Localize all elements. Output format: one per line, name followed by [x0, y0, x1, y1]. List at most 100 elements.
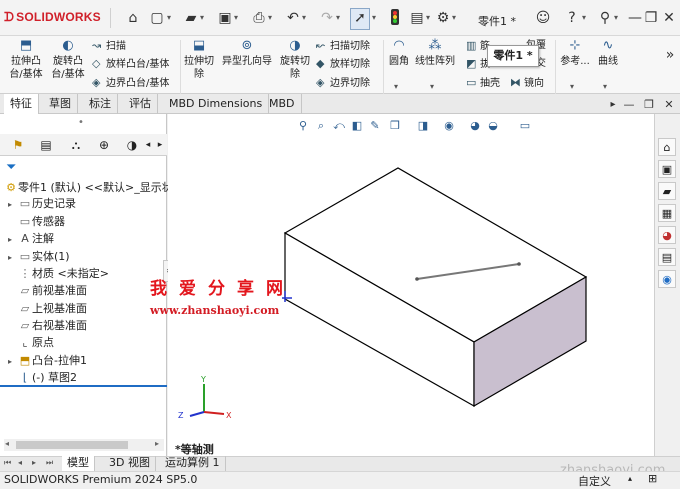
search-dropdown-icon[interactable]: ▾ — [614, 13, 618, 22]
curves-button[interactable]: ∿ 曲线 — [594, 38, 622, 68]
scrollbar-thumb[interactable] — [16, 441, 128, 449]
tree-item[interactable]: ▸ ▭ 历史记录 — [8, 196, 76, 213]
tree-item[interactable]: ▱ 右视基准面 — [8, 318, 87, 334]
new-file-icon[interactable]: ▢ — [148, 9, 166, 27]
solidworks-forum-icon[interactable]: ◉ — [658, 270, 676, 288]
redo-dropdown-icon[interactable]: ▾ — [336, 13, 340, 22]
expand-icon[interactable]: ▸ — [8, 197, 18, 213]
print-icon[interactable]: ⎙ — [250, 9, 268, 27]
tree-item[interactable]: ⌊ (-) 草图2 — [8, 370, 77, 386]
pattern-dropdown-icon[interactable]: ▾ — [430, 82, 434, 91]
tab-model[interactable]: 模型 — [62, 456, 95, 471]
tree-item[interactable]: ▸ A 注解 — [8, 231, 54, 248]
options-dropdown-icon[interactable]: ▾ — [452, 13, 456, 22]
tree-item[interactable]: ⌞ 原点 — [8, 335, 54, 351]
tree-item[interactable]: ▱ 前视基准面 — [8, 283, 87, 299]
boundary-cut-button[interactable]: ◈ 边界切除 — [316, 76, 370, 90]
tab-first-icon[interactable]: ⏮ — [4, 458, 11, 468]
scroll-right-icon[interactable]: ▸ — [155, 439, 159, 448]
loft-boss-button[interactable]: ◇ 放样凸台/基体 — [92, 57, 169, 71]
tree-item[interactable]: ▸ ▭ 实体(1) — [8, 249, 70, 266]
custom-properties-icon[interactable]: ▤ — [658, 248, 676, 266]
tab-scroll-right-icon[interactable]: ▸ — [150, 136, 170, 154]
tab-last-icon[interactable]: ⏭ — [46, 458, 53, 468]
revolve-cut-button[interactable]: ◑ 旋转切除 — [278, 38, 312, 81]
zoom-to-fit-icon[interactable]: ⚲ — [296, 118, 310, 134]
properties-dropdown-icon[interactable]: ▾ — [426, 13, 430, 22]
hole-wizard-button[interactable]: ⊚ 异型孔向导 — [220, 38, 274, 68]
save-icon[interactable]: ▣ — [216, 9, 234, 27]
view-orientation-icon[interactable]: ❒ — [388, 118, 402, 134]
mirror-button[interactable]: ⧓ 镜向 — [510, 76, 544, 90]
tab-3d-views[interactable]: 3D 视图 — [104, 456, 156, 471]
section-view-icon[interactable]: ◧ — [350, 118, 364, 134]
units-dropdown-icon[interactable]: ▴ — [628, 474, 632, 483]
property-manager-tab-icon[interactable]: ▤ — [36, 136, 56, 154]
solidworks-resources-icon[interactable]: ⌂ — [658, 138, 676, 156]
dynamic-annotation-icon[interactable]: ✎ — [368, 118, 382, 134]
tab-mbd-dimensions[interactable]: MBD Dimensions — [163, 94, 270, 114]
scroll-left-icon[interactable]: ◂ — [5, 439, 9, 448]
pane-grip-icon[interactable]: • — [78, 117, 84, 128]
help-dropdown-icon[interactable]: ▾ — [582, 13, 586, 22]
tab-prev-icon[interactable]: ◂ — [18, 458, 22, 467]
redo-icon[interactable]: ↷ — [318, 9, 336, 27]
shell-button[interactable]: ▭ 抽壳 — [466, 76, 500, 90]
fillet-dropdown-icon[interactable]: ▾ — [394, 82, 398, 91]
sweep-button[interactable]: ↝ 扫描 — [92, 39, 126, 53]
fillet-button[interactable]: ◠ 圆角 — [386, 38, 412, 68]
solidworks-logo[interactable]: ᗪ SOLIDWORKS — [4, 10, 101, 25]
open-file-icon[interactable]: ▰ — [182, 9, 200, 27]
new-file-dropdown-icon[interactable]: ▾ — [167, 13, 171, 22]
filter-icon[interactable]: ⏷ — [6, 160, 16, 175]
search-icon[interactable]: ⚲ — [596, 9, 614, 27]
save-dropdown-icon[interactable]: ▾ — [234, 13, 238, 22]
previous-view-icon[interactable]: ⤺ — [332, 118, 346, 134]
search-user-icon[interactable]: ☺ — [534, 9, 552, 27]
undo-icon[interactable]: ↶ — [284, 9, 302, 27]
tree-item[interactable]: ⋮ 材质 <未指定> — [8, 266, 109, 282]
status-help-icon[interactable]: ⊞ — [648, 472, 657, 485]
tab-markup[interactable]: 标注 — [83, 94, 118, 114]
rebuild-light-icon[interactable] — [386, 9, 404, 27]
window-close-icon[interactable]: ✕ — [660, 96, 678, 114]
expand-icon[interactable]: ▸ — [8, 354, 18, 370]
close-icon[interactable]: ✕ — [660, 9, 678, 27]
tab-features[interactable]: 特征 — [4, 94, 39, 114]
select-cursor-icon[interactable]: ➚ — [350, 8, 370, 30]
hide-show-items-icon[interactable]: ◉ — [442, 118, 456, 134]
view-settings-icon[interactable]: ▭ — [518, 118, 532, 134]
dimxpert-tab-icon[interactable]: ⊕ — [94, 136, 114, 154]
tab-motion-study[interactable]: 运动算例 1 — [160, 456, 226, 471]
tree-item[interactable]: ▱ 上视基准面 — [8, 301, 87, 317]
tree-item[interactable]: ▸ ⬒ 凸台-拉伸1 — [8, 353, 87, 370]
loft-cut-button[interactable]: ◆ 放样切除 — [316, 57, 370, 71]
file-explorer-icon[interactable]: ▰ — [658, 182, 676, 200]
help-icon[interactable]: ? — [563, 9, 581, 27]
file-properties-icon[interactable]: ▤ — [408, 9, 426, 27]
appearances-icon[interactable]: ◕ — [658, 226, 676, 244]
tab-mbd[interactable]: MBD — [263, 94, 302, 114]
tab-next-icon[interactable]: ▸ — [32, 458, 36, 467]
tree-root[interactable]: ⚙ 零件1 (默认) <<默认>_显示状 — [4, 180, 173, 196]
select-dropdown-icon[interactable]: ▾ — [372, 13, 376, 22]
apply-scene-icon[interactable]: ◒ — [486, 118, 500, 134]
extrude-cut-button[interactable]: ⬓ 拉伸切除 — [182, 38, 216, 81]
maximize-icon[interactable]: ❐ — [642, 9, 660, 27]
revolve-boss-button[interactable]: ◐ 旋转凸台/基体 — [48, 38, 88, 81]
options-gear-icon[interactable]: ⚙ — [434, 9, 452, 27]
undo-dropdown-icon[interactable]: ▾ — [302, 13, 306, 22]
window-minimize-icon[interactable]: — — [620, 96, 638, 114]
tree-item[interactable]: ▭ 传感器 — [8, 214, 65, 230]
tab-sketch[interactable]: 草图 — [43, 94, 78, 114]
curves-dropdown-icon[interactable]: ▾ — [603, 82, 607, 91]
boundary-boss-button[interactable]: ◈ 边界凸台/基体 — [92, 76, 169, 90]
expand-icon[interactable]: ▸ — [8, 250, 18, 266]
reference-geometry-button[interactable]: ⊹ 参考... — [558, 38, 592, 68]
home-icon[interactable]: ⌂ — [124, 9, 142, 27]
edit-appearance-icon[interactable]: ◕ — [468, 118, 482, 134]
print-dropdown-icon[interactable]: ▾ — [268, 13, 272, 22]
rollback-bar[interactable] — [0, 385, 167, 387]
expand-icon[interactable]: ▸ — [8, 232, 18, 248]
ribbon-more-icon[interactable]: » — [661, 46, 679, 64]
